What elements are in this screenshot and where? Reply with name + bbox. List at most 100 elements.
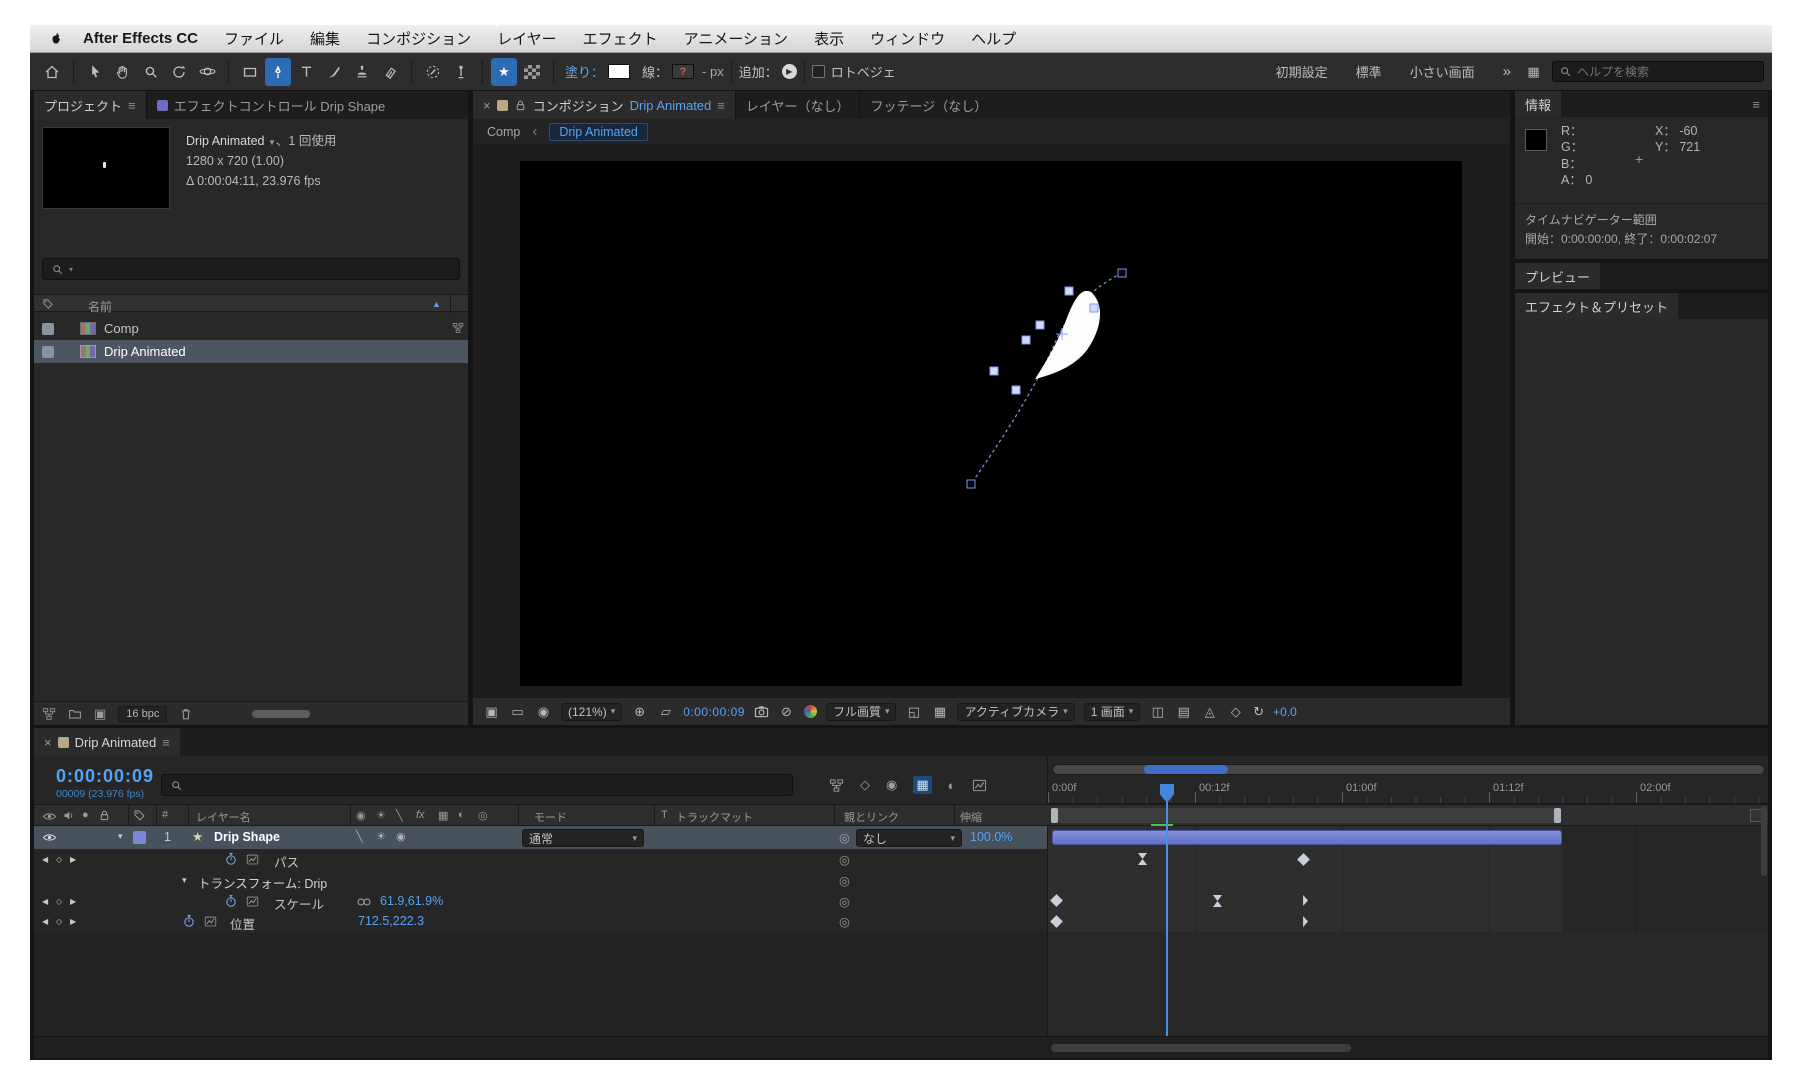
quality-switch-icon[interactable]: ╲	[396, 809, 403, 822]
keyframe-position-1[interactable]	[1050, 915, 1063, 928]
roto-brush-tool-icon[interactable]	[420, 58, 446, 86]
hide-shy-layers-icon[interactable]: ◉	[886, 777, 897, 793]
group-expander-icon[interactable]: ▾	[182, 875, 187, 886]
resolution-select[interactable]: フル画質▾	[826, 703, 897, 721]
property-row-scale[interactable]: ◀ ◇ ▶ スケール 61.9,61.9% ◎	[34, 891, 1047, 911]
blend-mode-select[interactable]: 通常 ▾	[522, 829, 644, 847]
keyframe-path-1[interactable]	[1138, 853, 1147, 865]
timeline-v-scrollbar-thumb[interactable]	[1761, 806, 1767, 876]
timeline-search[interactable]	[161, 774, 793, 796]
exposure-value[interactable]: +0.0	[1273, 705, 1297, 719]
motion-blur-icon[interactable]: ◐	[948, 778, 956, 793]
group-row-transform[interactable]: ▾ トランスフォーム: Drip ◎	[34, 870, 1047, 891]
panel-menu-icon[interactable]: ≡	[1752, 97, 1760, 112]
breadcrumb-comp[interactable]: Comp	[487, 125, 520, 139]
kf-add-icon[interactable]: ◇	[56, 917, 62, 926]
pickwhip-icon[interactable]: ◎	[839, 894, 850, 909]
parent-pickwhip-icon[interactable]: ◎	[839, 830, 850, 845]
project-row-drip-animated[interactable]: Drip Animated	[34, 340, 468, 363]
menu-help[interactable]: ヘルプ	[958, 28, 1029, 49]
lock-column-icon[interactable]	[98, 809, 111, 822]
column-divider[interactable]	[156, 805, 157, 827]
fill-label[interactable]: 塗り：	[565, 62, 604, 81]
project-flowchart-icon[interactable]	[42, 707, 56, 721]
path-vertex-handle[interactable]	[1090, 304, 1098, 312]
column-divider[interactable]	[450, 295, 451, 313]
stopwatch-icon[interactable]	[224, 894, 238, 908]
property-name-path[interactable]: パス	[274, 852, 299, 871]
transparency-grid-icon[interactable]: ▦	[931, 704, 948, 720]
cti-head[interactable]	[1160, 784, 1174, 803]
workspace-default[interactable]: 初期設定	[1262, 62, 1342, 81]
label-chip[interactable]	[42, 323, 54, 335]
timeline-button-icon[interactable]: ◬	[1201, 704, 1218, 720]
graph-editor-icon[interactable]	[972, 778, 987, 793]
timeline-search-input[interactable]	[188, 778, 784, 792]
keyframe-scale-2[interactable]	[1213, 895, 1222, 907]
path-end-handle[interactable]	[1118, 269, 1126, 277]
kf-next-icon[interactable]: ▶	[70, 855, 76, 864]
stroke-label[interactable]: 線：	[642, 62, 668, 81]
layer-expander-icon[interactable]: ▾	[118, 831, 123, 842]
home-tool-icon[interactable]	[39, 58, 65, 86]
rectangle-tool-icon[interactable]	[237, 58, 263, 86]
graph-toggle-icon[interactable]	[204, 915, 217, 928]
group-name-transform[interactable]: トランスフォーム: Drip	[198, 873, 327, 892]
layer-duration-bar[interactable]	[1052, 830, 1562, 845]
type-tool-icon[interactable]	[293, 58, 319, 86]
project-row-comp[interactable]: Comp	[34, 317, 468, 340]
column-divider[interactable]	[834, 805, 835, 827]
track-area[interactable]	[1047, 826, 1768, 932]
column-divider[interactable]	[350, 805, 351, 827]
fill-color-swatch[interactable]	[608, 64, 630, 79]
hand-tool-icon[interactable]	[110, 58, 136, 86]
collapse-switch-icon[interactable]: ☀	[376, 809, 386, 822]
workspace-standard[interactable]: 標準	[1342, 62, 1396, 81]
show-channels-icon[interactable]	[804, 705, 817, 718]
stopwatch-icon[interactable]	[224, 852, 238, 866]
workspace-switcher-icon[interactable]: ▦	[1525, 64, 1542, 80]
three-d-switch-icon[interactable]: ◎	[478, 809, 488, 822]
layer-label-chip[interactable]	[133, 831, 146, 844]
layer-name[interactable]: Drip Shape	[214, 830, 280, 844]
menu-composition[interactable]: コンポジション	[353, 28, 484, 49]
menu-edit[interactable]: 編集	[297, 28, 353, 49]
label-chip[interactable]	[42, 346, 54, 358]
keyframe-scale-3[interactable]	[1299, 895, 1308, 906]
pen-tool-icon[interactable]	[265, 58, 291, 86]
breadcrumb-current[interactable]: Drip Animated	[549, 123, 648, 141]
kf-add-icon[interactable]: ◇	[56, 897, 62, 906]
add-shape-icon[interactable]: ▶	[782, 64, 797, 79]
path-vertex-handle[interactable]	[1022, 336, 1030, 344]
work-area-start-handle[interactable]	[1051, 808, 1058, 823]
tab-layer[interactable]: レイヤー（なし）	[736, 91, 860, 119]
project-search[interactable]: ▾	[42, 258, 460, 280]
layer-shy-switch[interactable]: ◉	[396, 830, 406, 843]
snapshot-gallery-icon[interactable]: ▣	[483, 704, 500, 720]
star-shape-tool-icon[interactable]: ★	[491, 58, 517, 86]
path-vertex-handle[interactable]	[1012, 386, 1020, 394]
menu-animation[interactable]: アニメーション	[671, 28, 801, 49]
tab-preview[interactable]: プレビュー	[1515, 263, 1600, 289]
trash-icon[interactable]	[179, 707, 193, 721]
eraser-tool-icon[interactable]	[377, 58, 403, 86]
kf-next-icon[interactable]: ▶	[70, 897, 76, 906]
parent-select[interactable]: なし ▾	[856, 829, 962, 847]
motion-blur-switch-icon[interactable]: ◐	[458, 809, 465, 821]
tab-project[interactable]: プロジェクト ≡	[34, 91, 146, 119]
dropdown-icon[interactable]: ▼	[268, 138, 276, 147]
rotobezier-label[interactable]: ロトベジェ	[831, 62, 896, 81]
tab-timeline-comp[interactable]: × Drip Animated ≡	[34, 728, 180, 756]
tab-footage[interactable]: フッテージ（なし）	[860, 91, 997, 119]
horizontal-scrollbar-thumb[interactable]	[252, 710, 310, 718]
label-column-icon[interactable]	[42, 298, 54, 310]
tab-info[interactable]: 情報	[1515, 91, 1561, 117]
current-time-indicator[interactable]	[1160, 784, 1174, 1036]
column-divider[interactable]	[654, 805, 655, 827]
time-ruler[interactable]: 0:00f 00:12f 01:00f 01:12f 02:00f	[1048, 780, 1769, 804]
kf-prev-icon[interactable]: ◀	[42, 855, 48, 864]
name-column-header[interactable]: 名前	[88, 298, 112, 315]
keyframe-scale-1[interactable]	[1050, 894, 1063, 907]
column-divider[interactable]	[128, 805, 129, 827]
tab-effects-presets[interactable]: エフェクト＆プリセット	[1515, 293, 1678, 319]
